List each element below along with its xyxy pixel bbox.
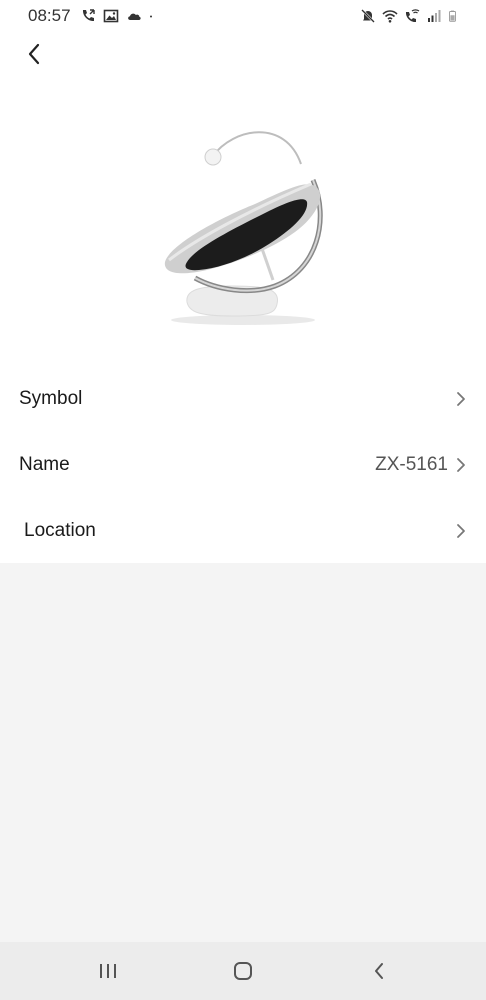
status-right-icons	[360, 6, 460, 26]
cloud-icon	[128, 13, 141, 20]
symbol-row[interactable]: Symbol	[0, 366, 486, 432]
wifi-icon	[382, 10, 398, 23]
system-back-button[interactable]	[364, 956, 394, 986]
back-icon	[375, 963, 383, 979]
status-bar: 08:57	[0, 0, 486, 32]
device-header-section: Symbol Name ZX-5161 Location	[0, 32, 486, 563]
mute-icon	[361, 9, 375, 23]
recent-apps-icon	[100, 964, 116, 978]
baby-rocker-image	[164, 131, 323, 325]
battery-icon	[449, 10, 456, 22]
dot-icon	[150, 15, 152, 18]
wifi-call-icon	[405, 9, 420, 23]
home-icon	[234, 962, 252, 980]
location-row[interactable]: Location	[0, 498, 486, 564]
signal-icon	[428, 10, 441, 22]
chevron-right-icon	[457, 524, 465, 538]
name-value: ZX-5161	[375, 454, 448, 475]
settings-list: Symbol Name ZX-5161 Location	[0, 366, 486, 564]
home-button[interactable]	[228, 956, 258, 986]
chevron-left-icon	[28, 43, 40, 65]
recent-apps-button[interactable]	[93, 956, 123, 986]
name-row[interactable]: Name ZX-5161	[0, 432, 486, 498]
symbol-label: Symbol	[19, 388, 83, 409]
status-time: 08:57	[28, 6, 71, 25]
phone-call-icon	[82, 9, 95, 22]
location-label: Location	[24, 520, 96, 541]
status-left-icons	[80, 6, 157, 26]
gallery-icon	[103, 9, 119, 23]
chevron-right-icon	[457, 392, 465, 406]
system-nav-bar	[0, 942, 486, 1000]
back-button[interactable]	[18, 38, 50, 70]
name-label: Name	[19, 454, 70, 475]
chevron-right-icon	[457, 458, 465, 472]
